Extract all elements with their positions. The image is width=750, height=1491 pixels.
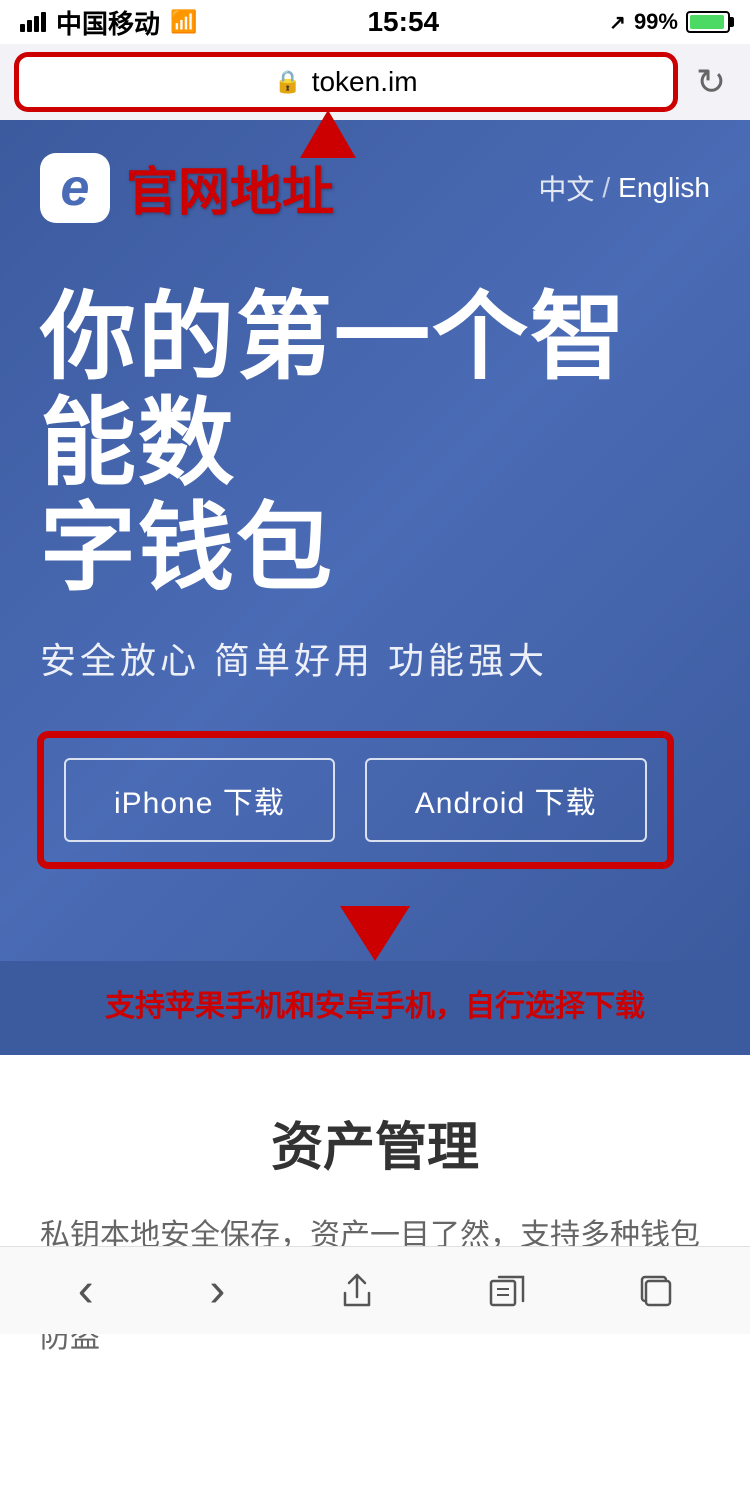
annotation-text: 支持苹果手机和安卓手机，自行选择下载 (0, 961, 750, 1055)
bookmarks-icon (489, 1275, 525, 1307)
main-section: e 官网地址 中文 / English 你的第一个智能数 字钱包 安全放心 简单… (0, 120, 750, 961)
lock-icon: 🔒 (274, 69, 301, 95)
android-download-button[interactable]: Android 下载 (365, 758, 647, 842)
location-icon: ↗ (609, 10, 626, 35)
bookmarks-button[interactable] (469, 1265, 545, 1317)
url-text[interactable]: token.im (312, 66, 418, 98)
bottom-nav: ‹ › (0, 1246, 750, 1334)
carrier-label: 中国移动 (56, 4, 160, 41)
lang-divider: / (602, 172, 610, 204)
section-title: 资产管理 (40, 1105, 710, 1180)
back-button[interactable]: ‹ (58, 1253, 114, 1328)
url-bar[interactable]: 🔒 token.im (16, 54, 676, 110)
arrow-down-buttons (40, 896, 710, 961)
header-nav: e 官网地址 中文 / English (40, 150, 710, 225)
logo-label: 官网地址 (126, 150, 334, 225)
download-section: iPhone 下载 Android 下载 (40, 734, 671, 866)
arrow-up-url (300, 110, 356, 158)
logo-icon: e (40, 153, 110, 223)
battery-icon (686, 11, 730, 33)
red-arrow-down-icon (340, 906, 410, 961)
lang-en-label[interactable]: English (618, 172, 710, 204)
logo-char: e (61, 158, 90, 218)
browser-bar: 🔒 token.im ↻ (0, 44, 750, 120)
iphone-download-button[interactable]: iPhone 下载 (64, 758, 335, 842)
status-bar: 中国移动 📶 15:54 ↗ 99% (0, 0, 750, 44)
logo-area: e 官网地址 (40, 150, 334, 225)
signal-icon (20, 12, 46, 32)
share-button[interactable] (321, 1263, 393, 1319)
lang-cn-label[interactable]: 中文 (538, 168, 594, 208)
status-left: 中国移动 📶 (20, 4, 197, 41)
status-time: 15:54 (367, 6, 439, 38)
share-icon (341, 1273, 373, 1309)
lang-switch: 中文 / English (538, 168, 710, 208)
battery-pct: 99% (634, 9, 678, 35)
tabs-button[interactable] (620, 1265, 692, 1317)
tabs-icon (640, 1275, 672, 1307)
status-right: ↗ 99% (609, 9, 730, 35)
hero-subtitle: 安全放心 简单好用 功能强大 (40, 632, 710, 684)
hero-title: 你的第一个智能数 字钱包 (40, 285, 710, 602)
forward-button[interactable]: › (189, 1253, 245, 1328)
content-section: 资产管理 私钥本地安全保存，资产一目了然，支持多种钱包类型，轻松导入导出，助记词… (0, 1055, 750, 1403)
hero-section: 你的第一个智能数 字钱包 安全放心 简单好用 功能强大 (40, 285, 710, 684)
battery-fill (690, 15, 724, 29)
refresh-button[interactable]: ↻ (688, 57, 734, 107)
wifi-icon: 📶 (170, 9, 197, 35)
